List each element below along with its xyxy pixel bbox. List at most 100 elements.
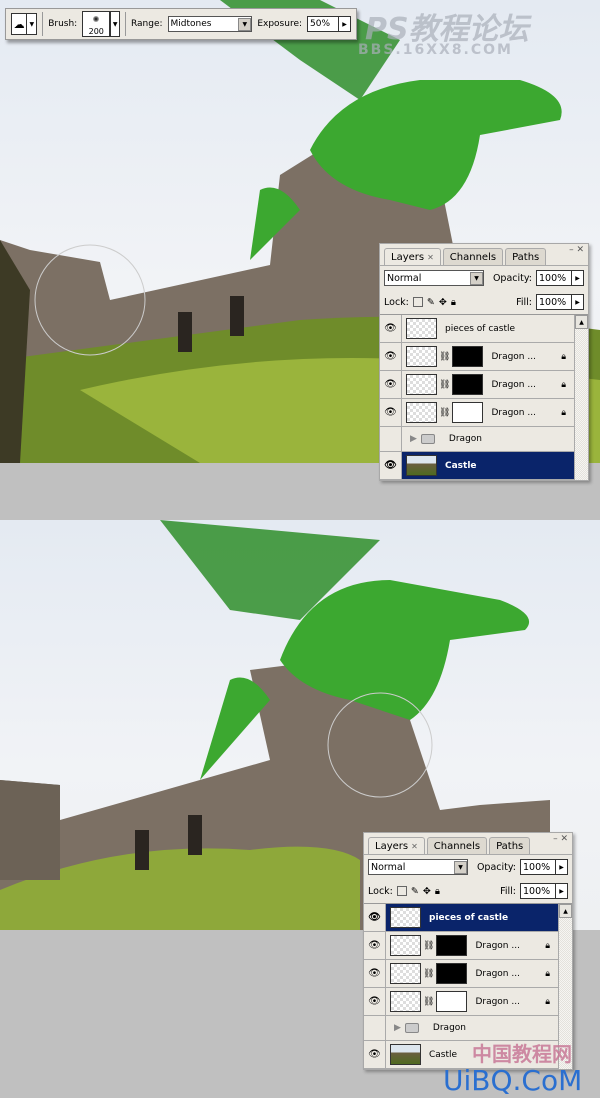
range-select[interactable]: Midtones ▼ — [167, 16, 253, 32]
layer-row[interactable]: 👁︎ pieces of castle — [364, 904, 558, 932]
lock-label: Lock: — [368, 885, 393, 897]
layer-thumbnail — [406, 374, 437, 395]
link-icon: ⛓ — [439, 379, 451, 390]
eye-icon[interactable]: 👁︎ — [364, 960, 386, 987]
layer-mask-thumbnail[interactable] — [452, 402, 484, 423]
eye-icon[interactable]: 👁︎ — [380, 452, 402, 479]
eye-icon[interactable]: 👁︎ — [364, 988, 386, 1015]
visibility-toggle[interactable] — [380, 427, 402, 451]
tab-label: Paths — [512, 251, 540, 263]
layer-thumbnail — [406, 455, 437, 476]
expand-triangle-icon[interactable]: ▶ — [410, 434, 417, 444]
scroll-up-icon[interactable]: ▲ — [559, 904, 572, 918]
fill-input[interactable]: 100% ▶ — [520, 883, 568, 899]
lock-transparency-icon[interactable] — [412, 297, 423, 307]
eye-icon[interactable]: 👁︎ — [364, 932, 386, 959]
close-icon[interactable]: ✕ — [411, 842, 418, 851]
layer-mask-thumbnail[interactable] — [436, 963, 468, 984]
slider-arrow-icon[interactable]: ▶ — [338, 17, 350, 31]
blend-mode-value: Normal — [371, 861, 406, 873]
slider-arrow-icon[interactable]: ▶ — [555, 860, 567, 874]
tab-paths[interactable]: Paths — [505, 248, 547, 265]
opacity-value: 100% — [539, 272, 567, 284]
layer-thumbnail — [406, 402, 437, 423]
slider-arrow-icon[interactable]: ▶ — [571, 295, 583, 309]
layer-thumbnail — [390, 963, 421, 984]
layers-panel-before: Layers ✕ Channels Paths – ✕ Normal ▼ Opacity: 10… — [379, 243, 589, 481]
divider — [42, 12, 44, 36]
exposure-input[interactable]: 50% ▶ — [307, 16, 351, 32]
layer-row[interactable]: 👁︎ Castle — [380, 452, 574, 480]
eye-icon[interactable]: 👁︎ — [380, 399, 402, 426]
layer-name: Dragon ... — [475, 940, 520, 951]
close-icon[interactable]: ✕ — [427, 253, 434, 262]
layers-panel-after: Layers ✕ Channels Paths – ✕ Normal ▼ Opacity: 10… — [363, 832, 573, 1070]
fill-input[interactable]: 100% ▶ — [536, 294, 584, 310]
chevron-down-icon: ▼ — [26, 14, 36, 34]
eye-icon[interactable]: 👁︎ — [380, 371, 402, 398]
panel-menu-icon[interactable]: – ✕ — [569, 245, 584, 255]
lock-label: Lock: — [384, 296, 409, 308]
link-icon: ⛓ — [423, 940, 435, 951]
layer-mask-thumbnail[interactable] — [452, 346, 484, 367]
layer-name: Dragon — [448, 434, 482, 444]
layer-row[interactable]: 👁︎ ⛓ Dragon ... 🔒︎ — [380, 343, 574, 371]
lock-all-icon[interactable]: 🔒︎ — [435, 886, 440, 897]
scroll-up-icon[interactable]: ▲ — [575, 315, 588, 329]
eye-icon[interactable]: 👁︎ — [380, 315, 402, 342]
chevron-down-icon: ▼ — [454, 860, 467, 874]
tab-channels[interactable]: Channels — [426, 837, 488, 854]
layer-mask-thumbnail[interactable] — [436, 935, 468, 956]
lock-transparency-icon[interactable] — [396, 886, 407, 896]
eye-icon[interactable]: 👁︎ — [364, 1041, 386, 1068]
tab-paths[interactable]: Paths — [489, 837, 531, 854]
layer-mask-thumbnail[interactable] — [452, 374, 484, 395]
lock-move-icon[interactable]: ✥ — [423, 886, 431, 897]
layer-thumbnail — [390, 907, 421, 928]
tab-channels[interactable]: Channels — [442, 248, 504, 265]
layer-row[interactable]: 👁︎ ⛓ Dragon ... 🔒︎ — [380, 399, 574, 427]
blend-mode-select[interactable]: Normal ▼ — [368, 859, 468, 875]
blend-mode-select[interactable]: Normal ▼ — [384, 270, 484, 286]
lock-icon: 🔒︎ — [561, 351, 566, 362]
lock-move-icon[interactable]: ✥ — [439, 297, 447, 308]
tab-layers[interactable]: Layers ✕ — [384, 248, 441, 265]
tab-label: Layers — [375, 840, 409, 852]
eye-icon[interactable]: 👁︎ — [364, 904, 386, 931]
panel-tabs: Layers ✕ Channels Paths – ✕ — [380, 244, 588, 266]
layer-row[interactable]: 👁︎ ⛓ Dragon ... 🔒︎ — [364, 988, 558, 1016]
blend-mode-value: Normal — [387, 272, 422, 284]
brush-picker[interactable]: 200 — [82, 11, 111, 37]
tab-label: Paths — [496, 840, 524, 852]
tool-preset-picker[interactable]: ☁ ▼ — [11, 13, 38, 35]
layer-name: pieces of castle — [445, 323, 516, 334]
layer-mask-thumbnail[interactable] — [436, 991, 468, 1012]
opacity-input[interactable]: 100% ▶ — [536, 270, 584, 286]
options-bar: ☁ ▼ Brush: 200 ▼ Range: Midtones ▼ Expos… — [5, 8, 357, 40]
opacity-input[interactable]: 100% ▶ — [520, 859, 568, 875]
eye-icon[interactable]: 👁︎ — [380, 343, 402, 370]
tab-layers[interactable]: Layers ✕ — [368, 837, 425, 854]
scrollbar[interactable]: ▲ — [574, 315, 588, 480]
lock-icon: 🔒︎ — [545, 968, 550, 979]
layer-row[interactable]: ▶ Dragon — [380, 427, 574, 452]
slider-arrow-icon[interactable]: ▶ — [555, 884, 567, 898]
lock-icon: 🔒︎ — [545, 996, 550, 1007]
layer-row[interactable]: 👁︎ ⛓ Dragon ... 🔒︎ — [380, 371, 574, 399]
brush-dropdown-button[interactable]: ▼ — [110, 11, 121, 37]
lock-all-icon[interactable]: 🔒︎ — [451, 297, 456, 308]
layer-row[interactable]: 👁︎ pieces of castle — [380, 315, 574, 343]
folder-icon — [404, 1023, 419, 1033]
lock-brush-icon[interactable]: ✎ — [427, 297, 435, 308]
slider-arrow-icon[interactable]: ▶ — [571, 271, 583, 285]
lock-brush-icon[interactable]: ✎ — [411, 886, 419, 897]
lock-icon: 🔒︎ — [545, 940, 550, 951]
opacity-value: 100% — [523, 861, 551, 873]
layer-name: Dragon ... — [475, 996, 520, 1007]
layer-row[interactable]: 👁︎ ⛓ Dragon ... 🔒︎ — [364, 960, 558, 988]
expand-triangle-icon[interactable]: ▶ — [394, 1023, 401, 1033]
layer-row[interactable]: 👁︎ ⛓ Dragon ... 🔒︎ — [364, 932, 558, 960]
fill-label: Fill: — [500, 885, 516, 897]
panel-menu-icon[interactable]: – ✕ — [553, 834, 568, 844]
visibility-toggle[interactable] — [364, 1016, 386, 1040]
